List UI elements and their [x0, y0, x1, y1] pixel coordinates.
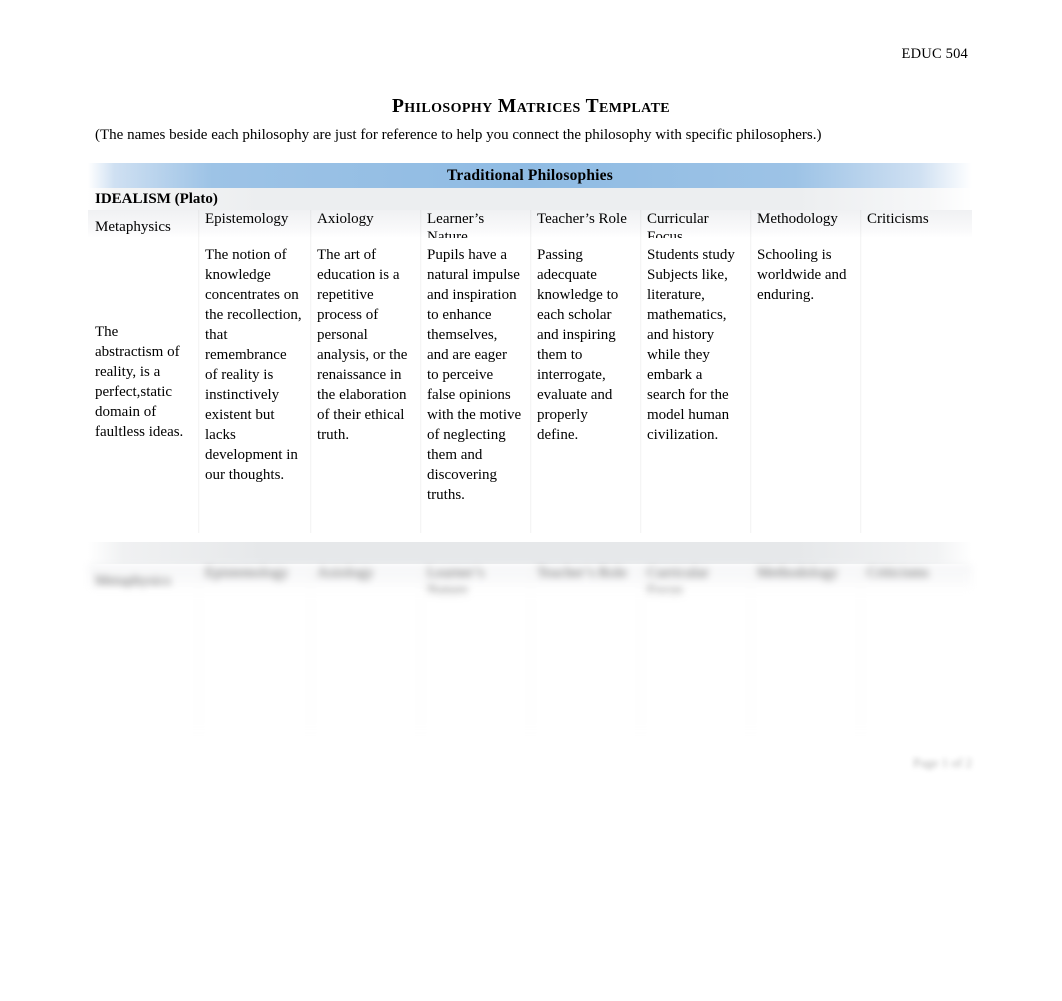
cell-teachers-role[interactable]: Passing adecquate knowledge to each scho… [530, 238, 640, 533]
column-header-methodology: Methodology [750, 210, 860, 238]
cell-curricular-focus[interactable] [640, 592, 750, 732]
column-header-learners-nature: Learner’s Nature [420, 210, 530, 245]
cell-teachers-role[interactable] [530, 592, 640, 732]
column-header-label: Epistemology [205, 565, 289, 581]
column-header-label: Metaphysics [95, 219, 171, 235]
cell-text: Schooling is worldwide and enduring. [757, 247, 847, 303]
cell-text: The notion of knowledge concentrates on … [205, 247, 302, 483]
column-header-label: Criticisms [867, 565, 929, 581]
philosophy-name-row-idealism: IDEALISM (Plato) [88, 188, 972, 210]
cell-criticisms[interactable] [860, 592, 972, 732]
philosophy-matrix-table: Traditional Philosophies IDEALISM (Plato… [88, 163, 972, 732]
column-header-row-secondary: Metaphysics Epistemology Axiology Learne… [88, 564, 972, 599]
cell-epistemology[interactable] [198, 592, 310, 732]
column-header-criticisms: Criticisms [860, 564, 972, 592]
subtitle-note: (The names beside each philosophy are ju… [95, 127, 822, 143]
column-header-curricular-focus: Curricular Focus [640, 210, 750, 245]
column-header-methodology: Methodology [750, 564, 860, 592]
column-header-label: Methodology [757, 565, 838, 581]
column-header-epistemology: Epistemology [198, 210, 310, 238]
cell-curricular-focus[interactable]: Students study Subjects like, literature… [640, 238, 750, 533]
column-header-criticisms: Criticisms [860, 210, 972, 238]
column-header-label: Epistemology [205, 211, 289, 227]
column-header-learners-nature: Learner’s Nature [420, 564, 530, 599]
column-header-label: Axiology [317, 565, 374, 581]
cell-axiology[interactable]: The art of education is a repetitive pro… [310, 238, 420, 533]
column-header-teachers-role: Teacher’s Role [530, 564, 640, 592]
column-header-teachers-role: Teacher’s Role [530, 210, 640, 238]
cell-methodology[interactable] [750, 592, 860, 732]
column-header-label: Teacher’s Role [537, 565, 627, 581]
cell-metaphysics[interactable] [88, 592, 198, 732]
section-band-traditional: Traditional Philosophies [88, 163, 972, 188]
column-header-row: Metaphysics Epistemology Axiology Learne… [88, 210, 972, 245]
cell-metaphysics[interactable]: The abstractism of reality, is a perfect… [88, 238, 198, 533]
column-header-label: Criticisms [867, 211, 929, 227]
column-header-label: Metaphysics [95, 573, 171, 589]
section-divider [88, 533, 972, 542]
course-code: EDUC 504 [901, 46, 968, 62]
column-header-axiology: Axiology [310, 210, 420, 238]
philosophy-name: IDEALISM (Plato) [95, 190, 218, 207]
table-row-idealism: The abstractism of reality, is a perfect… [88, 238, 972, 533]
cell-text: The art of education is a repetitive pro… [317, 247, 408, 443]
column-header-label: Methodology [757, 211, 838, 227]
cell-learners-nature[interactable]: Pupils have a natural impulse and inspir… [420, 238, 530, 533]
document-page: EDUC 504 Philosophy Matrices Template (T… [0, 0, 1062, 1001]
cell-text: Students study Subjects like, literature… [647, 247, 735, 443]
section-band-label: Traditional Philosophies [446, 166, 613, 184]
cell-text: The abstractism of reality, is a perfect… [95, 323, 184, 440]
cell-epistemology[interactable]: The notion of knowledge concentrates on … [198, 238, 310, 533]
table-row-secondary [88, 592, 972, 732]
cell-criticisms[interactable] [860, 238, 972, 533]
cell-learners-nature[interactable] [420, 592, 530, 732]
column-header-epistemology: Epistemology [198, 564, 310, 592]
page-footer: Page 1 of 2 [913, 755, 972, 770]
cell-methodology[interactable]: Schooling is worldwide and enduring. [750, 238, 860, 533]
column-header-curricular-focus: Curricular Focus [640, 564, 750, 599]
cell-text: Pupils have a natural impulse and inspir… [427, 247, 522, 503]
column-header-metaphysics: Metaphysics [88, 210, 198, 238]
column-header-label: Axiology [317, 211, 374, 227]
column-header-label: Teacher’s Role [537, 211, 627, 227]
column-header-axiology: Axiology [310, 564, 420, 592]
cell-text: Passing adecquate knowledge to each scho… [537, 247, 619, 443]
column-header-metaphysics: Metaphysics [88, 564, 198, 592]
section-band-secondary [88, 542, 972, 564]
page-title: Philosophy Matrices Template [391, 96, 671, 117]
cell-axiology[interactable] [310, 592, 420, 732]
